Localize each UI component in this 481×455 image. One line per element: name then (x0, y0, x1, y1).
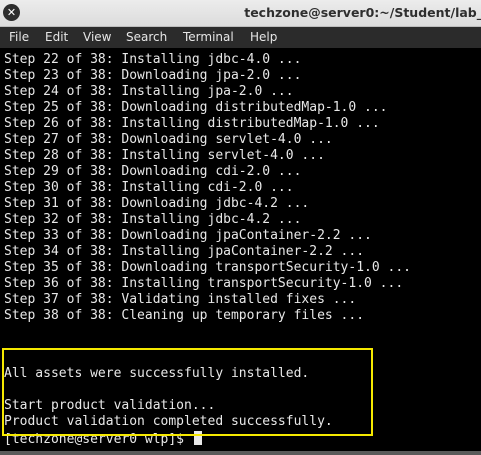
menu-search[interactable]: Search (126, 30, 167, 44)
output-line: Step 36 of 38: Installing transportSecur… (4, 276, 404, 291)
title-bar[interactable]: ✕ techzone@server0:~/Student/lab_ (0, 0, 481, 27)
output-line: Step 29 of 38: Downloading cdi-2.0 ... (4, 164, 302, 179)
menu-file[interactable]: File (9, 30, 29, 44)
output-line: Step 25 of 38: Downloading distributedMa… (4, 100, 388, 115)
bottom-edge (0, 451, 481, 455)
output-line: Step 30 of 38: Installing cdi-2.0 ... (4, 180, 294, 195)
terminal-window: ✕ techzone@server0:~/Student/lab_ File E… (0, 0, 481, 455)
highlight-box (2, 348, 373, 436)
output-line: Step 33 of 38: Downloading jpaContainer-… (4, 228, 372, 243)
close-icon[interactable]: ✕ (3, 4, 20, 21)
output-line: Step 38 of 38: Cleaning up temporary fil… (4, 308, 365, 323)
output-line: Step 34 of 38: Installing jpaContainer-2… (4, 244, 365, 259)
output-line: Step 31 of 38: Downloading jdbc-4.2 ... (4, 196, 310, 211)
output-line: Step 23 of 38: Downloading jpa-2.0 ... (4, 68, 302, 83)
menu-terminal[interactable]: Terminal (183, 30, 234, 44)
output-line: Step 27 of 38: Downloading servlet-4.0 .… (4, 132, 333, 147)
output-line: Step 37 of 38: Validating installed fixe… (4, 292, 357, 307)
output-line: Step 26 of 38: Installing distributedMap… (4, 116, 380, 131)
window-title: techzone@server0:~/Student/lab_ (244, 5, 481, 20)
menu-help[interactable]: Help (250, 30, 277, 44)
menu-view[interactable]: View (83, 30, 111, 44)
output-line: Step 28 of 38: Installing servlet-4.0 ..… (4, 148, 325, 163)
output-line: Step 32 of 38: Installing jdbc-4.2 ... (4, 212, 302, 227)
output-line: Step 35 of 38: Downloading transportSecu… (4, 260, 411, 275)
output-line: Step 24 of 38: Installing jpa-2.0 ... (4, 84, 294, 99)
menu-bar: File Edit View Search Terminal Help (0, 27, 481, 48)
menu-edit[interactable]: Edit (45, 30, 68, 44)
output-line: Step 22 of 38: Installing jdbc-4.0 ... (4, 52, 302, 67)
